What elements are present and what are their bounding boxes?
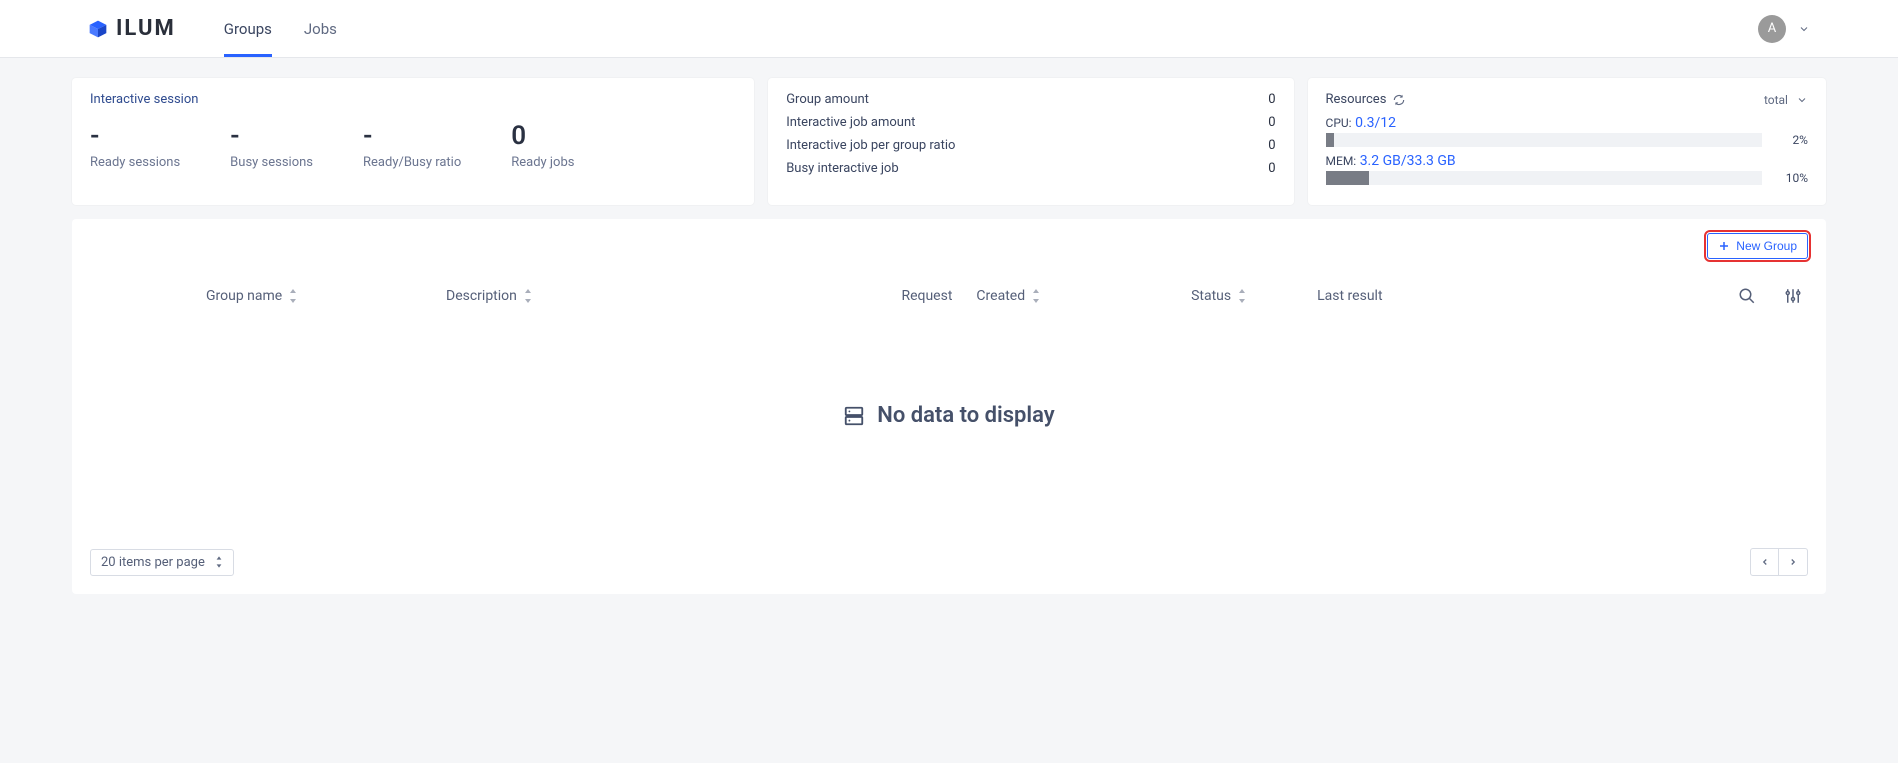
sort-icon	[523, 289, 533, 303]
session-title: Interactive session	[90, 92, 736, 107]
sort-icon	[288, 289, 298, 303]
new-group-button[interactable]: New Group	[1707, 233, 1808, 259]
col-group-name[interactable]: Group name	[206, 288, 446, 304]
settings-icon[interactable]	[1784, 287, 1802, 305]
metric-ratio: Interactive job per group ratio0	[786, 138, 1275, 153]
logo-icon	[88, 19, 108, 39]
metric-busy-job: Busy interactive job0	[786, 161, 1275, 176]
session-stats: - Ready sessions - Busy sessions - Ready…	[90, 121, 736, 170]
plus-icon	[1718, 240, 1730, 252]
table-tools	[1738, 287, 1802, 305]
mem-bar	[1326, 171, 1762, 185]
cpu-bar	[1326, 133, 1762, 147]
tab-jobs[interactable]: Jobs	[304, 0, 337, 57]
col-created[interactable]: Created	[976, 288, 1041, 304]
resources-scope-select[interactable]: total	[1764, 93, 1808, 107]
chevron-right-icon	[1788, 557, 1798, 567]
mem-bar-fill	[1326, 171, 1370, 185]
resources-card: Resources total CPU: 0.3/12 2% MEM: 3.2 …	[1308, 78, 1826, 205]
stat-busy-sessions: - Busy sessions	[230, 121, 313, 170]
sort-icon	[1031, 289, 1041, 303]
page-size-select[interactable]: 20 items per page	[90, 549, 234, 576]
chevron-left-icon	[1760, 557, 1770, 567]
metric-job-amount: Interactive job amount0	[786, 115, 1275, 130]
search-icon[interactable]	[1738, 287, 1756, 305]
resources-header: Resources total	[1326, 92, 1808, 107]
server-icon	[843, 405, 865, 427]
metric-group-amount: Group amount0	[786, 92, 1275, 107]
avatar[interactable]: A	[1758, 15, 1786, 43]
stat-ratio: - Ready/Busy ratio	[363, 121, 461, 170]
stat-ready-jobs: 0 Ready jobs	[511, 121, 574, 170]
table-header: Group name Description Request Created S…	[90, 287, 1808, 313]
resource-cpu: CPU: 0.3/12 2%	[1326, 115, 1808, 147]
resources-title: Resources	[1326, 92, 1407, 107]
chevron-down-icon	[1796, 94, 1808, 106]
logo[interactable]: ILUM	[88, 16, 176, 41]
chevron-down-icon[interactable]	[1798, 23, 1810, 35]
refresh-icon[interactable]	[1392, 93, 1406, 107]
metrics-card: Group amount0 Interactive job amount0 In…	[768, 78, 1293, 205]
prev-page-button[interactable]	[1751, 549, 1779, 575]
nav-tabs: Groups Jobs	[224, 0, 337, 57]
pagination	[1750, 548, 1808, 576]
tab-groups[interactable]: Groups	[224, 0, 272, 57]
table-footer: 20 items per page	[90, 548, 1808, 576]
metrics-list: Group amount0 Interactive job amount0 In…	[786, 92, 1275, 176]
session-card: Interactive session - Ready sessions - B…	[72, 78, 754, 205]
col-description[interactable]: Description	[446, 288, 706, 304]
resource-mem: MEM: 3.2 GB/33.3 GB 10%	[1326, 153, 1808, 185]
table-card: New Group Group name Description Request…	[72, 219, 1826, 594]
cards-row: Interactive session - Ready sessions - B…	[72, 78, 1826, 205]
logo-text: ILUM	[116, 16, 176, 41]
no-data: No data to display	[90, 313, 1808, 518]
topbar-right: A	[1758, 15, 1810, 43]
stat-ready-sessions: - Ready sessions	[90, 121, 180, 170]
col-last-result: Last result	[1317, 288, 1382, 304]
col-request: Request	[901, 288, 952, 304]
content: Interactive session - Ready sessions - B…	[0, 58, 1898, 614]
updown-icon	[215, 556, 223, 568]
col-status[interactable]: Status	[1191, 288, 1247, 304]
table-actions: New Group	[90, 233, 1808, 259]
topbar: ILUM Groups Jobs A	[0, 0, 1898, 58]
next-page-button[interactable]	[1779, 549, 1807, 575]
cpu-bar-fill	[1326, 133, 1335, 147]
sort-icon	[1237, 289, 1247, 303]
